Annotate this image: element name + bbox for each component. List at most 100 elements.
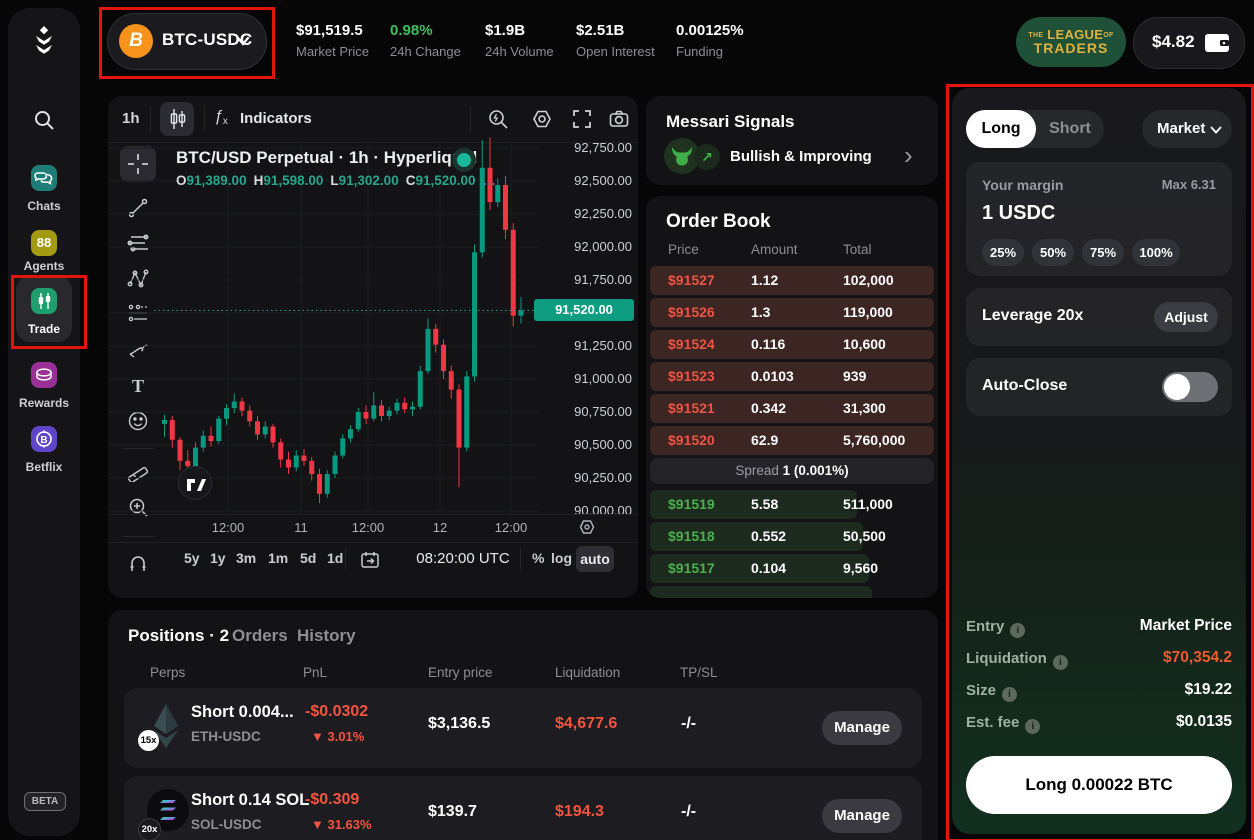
betflix-icon: B — [31, 426, 57, 452]
ob-total: 939 — [843, 368, 866, 384]
stat-label: 24h Volume — [485, 44, 554, 59]
go-to-date-icon[interactable] — [360, 550, 380, 575]
sidebar: Chats 88 Agents Trade — [8, 8, 80, 836]
col-amount: Amount — [751, 242, 798, 257]
messari-title: Messari Signals — [666, 112, 795, 132]
ob-amount: 62.9 — [751, 432, 778, 448]
manage-button[interactable]: Manage — [822, 799, 902, 833]
range-5d-button[interactable]: 5d — [300, 550, 316, 566]
tab-orders[interactable]: Orders — [232, 626, 288, 646]
time-axis-label: 12:00 — [483, 520, 539, 535]
orderbook-ask-row[interactable]: $915240.11610,600 — [646, 330, 938, 359]
ob-total: 5,760,000 — [843, 432, 905, 448]
orderbook-ask-row[interactable]: $915230.0103939 — [646, 362, 938, 391]
orderbook-bid-row[interactable]: $915180.55250,500 — [646, 522, 938, 551]
sidebar-item-label: Rewards — [8, 396, 80, 410]
ob-amount: 1.3 — [751, 304, 770, 320]
orderbook-ask-row[interactable]: $915271.12102,000 — [646, 266, 938, 295]
margin-pct-25[interactable]: 25% — [982, 239, 1024, 266]
orderbook-ask-row[interactable]: $915261.3119,000 — [646, 298, 938, 327]
sidebar-item-chats[interactable]: Chats — [8, 165, 80, 213]
range-5y-button[interactable]: 5y — [184, 550, 200, 566]
stat-funding: 0.00125%Funding — [676, 22, 744, 59]
col-pnl: PnL — [303, 665, 327, 680]
tab-history[interactable]: History — [297, 626, 356, 646]
info-icon[interactable] — [1010, 623, 1025, 638]
messari-signals-panel[interactable]: Messari Signals ↗ Bullish & Improving › — [646, 96, 938, 185]
info-icon[interactable] — [1025, 719, 1040, 734]
sidebar-item-rewards[interactable]: Rewards — [8, 362, 80, 410]
league-of-traders-logo[interactable]: THE LEAGUEOF TRADERS — [1016, 17, 1126, 67]
margin-max[interactable]: Max 6.31 — [1162, 177, 1216, 192]
tab-long[interactable]: Long — [966, 110, 1036, 148]
orderbook-ask-row[interactable]: $91520 62.9 5,760,000 — [646, 426, 938, 455]
ob-price: $91524 — [668, 336, 715, 352]
margin-pct-50[interactable]: 50% — [1032, 239, 1074, 266]
order-type-dropdown[interactable]: Market — [1142, 110, 1232, 148]
sidebar-item-label: Trade — [8, 322, 80, 336]
magnet-tool-icon[interactable] — [127, 552, 149, 574]
btc-icon: B — [119, 24, 153, 58]
stat-24h-change: 0.98%24h Change — [390, 22, 461, 59]
range-3m-button[interactable]: 3m — [236, 550, 256, 566]
range-1y-button[interactable]: 1y — [210, 550, 226, 566]
signal-text: Bullish & Improving — [730, 148, 872, 165]
ob-amount: 0.552 — [751, 528, 786, 544]
stat-label: 24h Change — [390, 44, 461, 59]
info-icon[interactable] — [1002, 687, 1017, 702]
manage-button[interactable]: Manage — [822, 711, 902, 745]
orderbook-ask-row[interactable]: $915210.34231,300 — [646, 394, 938, 423]
axis-settings-icon[interactable] — [578, 518, 596, 541]
margin-label: Your margin — [982, 177, 1063, 193]
pair-selector[interactable]: B BTC-USDC — [107, 13, 267, 70]
position-entry: $3,136.5 — [428, 715, 490, 733]
wallet-balance[interactable]: $4.82 — [1133, 17, 1245, 69]
ob-amount: 0.0103 — [751, 368, 794, 384]
auto-close-toggle[interactable] — [1162, 372, 1218, 402]
ob-amount: 1.12 — [751, 272, 778, 288]
agents-icon: 88 — [31, 230, 57, 256]
leverage-label: Leverage 20x — [982, 307, 1083, 325]
margin-pct-75[interactable]: 75% — [1082, 239, 1124, 266]
log-scale-button[interactable]: log — [551, 550, 572, 566]
position-pnl-pct: ▼ 31.63% — [311, 817, 372, 832]
auto-scale-button[interactable]: auto — [576, 546, 614, 572]
sidebar-item-betflix[interactable]: B Betflix — [8, 426, 80, 474]
chevron-down-icon — [236, 36, 250, 46]
position-title: Short 0.004... — [191, 703, 294, 722]
sidebar-item-trade[interactable]: Trade — [8, 288, 80, 336]
chevron-right-icon[interactable]: › — [904, 140, 913, 171]
search-icon[interactable] — [32, 108, 56, 132]
col-perps: Perps — [150, 665, 185, 680]
tab-short[interactable]: Short — [1036, 110, 1104, 148]
depth-bar — [650, 586, 872, 598]
ob-price: $91519 — [668, 496, 715, 512]
range-1m-button[interactable]: 1m — [268, 550, 288, 566]
ob-price: $91521 — [668, 400, 715, 416]
adjust-leverage-button[interactable]: Adjust — [1154, 302, 1218, 332]
price-axis-label: 91,250.00 — [532, 338, 634, 353]
sidebar-item-label: Agents — [8, 259, 80, 273]
orderbook-bid-row[interactable] — [646, 586, 938, 598]
clock-utc[interactable]: 08:20:00 UTC — [408, 550, 518, 567]
rewards-icon — [31, 362, 57, 388]
svg-text:B: B — [40, 435, 47, 446]
summary-label: Entry — [966, 618, 1025, 638]
sidebar-item-agents[interactable]: 88 Agents — [8, 230, 80, 273]
margin-amount-input[interactable]: 1 USDC — [982, 202, 1055, 225]
percent-scale-button[interactable]: % — [532, 550, 544, 566]
leverage-badge: 15x — [138, 730, 159, 751]
range-1d-button[interactable]: 1d — [327, 550, 343, 566]
app-logo-icon[interactable] — [29, 24, 59, 56]
info-icon[interactable] — [1053, 655, 1068, 670]
orderbook-bid-row[interactable]: $915195.58511,000 — [646, 490, 938, 519]
orderbook-bid-row[interactable]: $915170.1049,560 — [646, 554, 938, 583]
price-axis-label: 92,500.00 — [532, 173, 634, 188]
ob-price: $91520 — [668, 432, 715, 448]
chevron-down-icon — [1210, 126, 1222, 134]
summary-value: $0.0135 — [1176, 713, 1232, 731]
position-tpsl: -/- — [681, 715, 696, 733]
tab-positions[interactable]: Positions · 2 — [128, 626, 229, 646]
margin-pct-100[interactable]: 100% — [1132, 239, 1180, 266]
submit-order-button[interactable]: Long 0.00022 BTC — [966, 756, 1232, 814]
